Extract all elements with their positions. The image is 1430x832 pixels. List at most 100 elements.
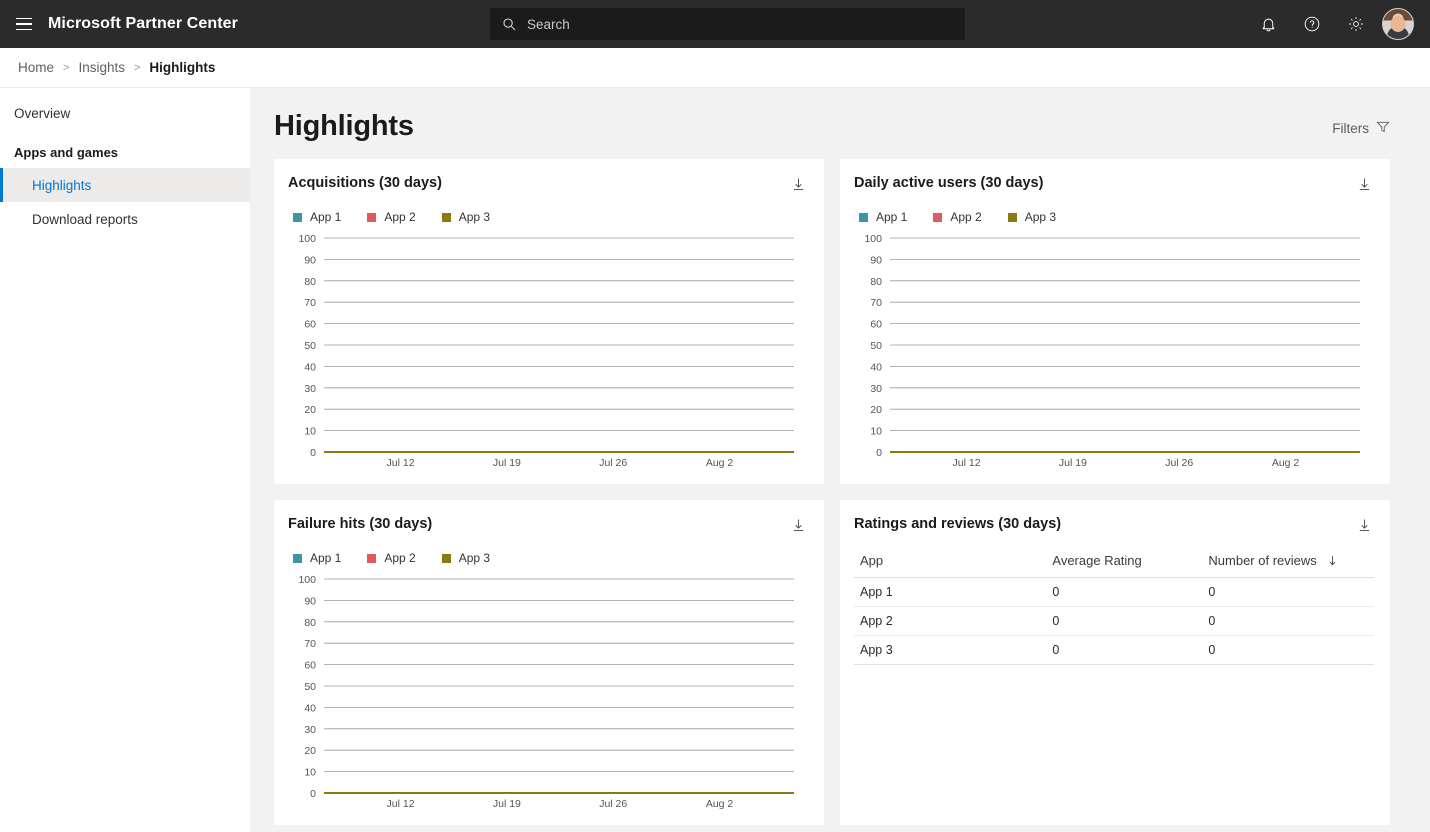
svg-text:20: 20 bbox=[304, 404, 316, 416]
svg-text:60: 60 bbox=[870, 319, 882, 331]
table-row[interactable]: App 3 0 0 bbox=[854, 635, 1374, 665]
legend-item-app3[interactable]: App 3 bbox=[441, 551, 491, 565]
card-header: Acquisitions (30 days) bbox=[288, 175, 808, 194]
chart-legend: App 1 App 2 App 3 bbox=[854, 210, 1374, 224]
bell-icon[interactable] bbox=[1246, 0, 1290, 48]
svg-text:70: 70 bbox=[304, 297, 316, 309]
legend-label: App 1 bbox=[310, 210, 342, 224]
legend-label: App 3 bbox=[458, 551, 491, 565]
svg-text:Aug 2: Aug 2 bbox=[706, 798, 734, 810]
column-header-average-rating[interactable]: Average Rating bbox=[1046, 549, 1203, 578]
breadcrumb: Home > Insights > Highlights bbox=[0, 48, 1430, 88]
help-icon[interactable] bbox=[1290, 0, 1334, 48]
legend-item-app1[interactable]: App 1 bbox=[859, 210, 907, 224]
cell-app: App 2 bbox=[854, 606, 1047, 636]
chart-legend: App 1 App 2 App 3 bbox=[288, 551, 808, 565]
legend-item-app2[interactable]: App 2 bbox=[367, 210, 416, 224]
breadcrumb-current: Highlights bbox=[149, 60, 216, 75]
svg-text:20: 20 bbox=[304, 745, 316, 757]
sidebar-item-label: Download reports bbox=[32, 211, 138, 227]
avatar[interactable] bbox=[1382, 8, 1414, 40]
svg-text:80: 80 bbox=[304, 276, 316, 288]
svg-text:60: 60 bbox=[304, 319, 316, 331]
search-icon bbox=[502, 17, 517, 32]
gear-icon[interactable] bbox=[1334, 0, 1378, 48]
download-icon[interactable] bbox=[789, 516, 808, 535]
table-body: App 1 0 0 App 2 0 0 App 3 0 0 bbox=[854, 577, 1374, 665]
app-brand-title: Microsoft Partner Center bbox=[48, 15, 238, 32]
card-title: Ratings and reviews (30 days) bbox=[854, 516, 1062, 532]
card-header: Daily active users (30 days) bbox=[854, 175, 1374, 194]
card-title: Daily active users (30 days) bbox=[854, 175, 1044, 191]
filters-button[interactable]: Filters bbox=[1332, 120, 1390, 143]
svg-text:50: 50 bbox=[304, 340, 316, 352]
legend-swatch-app1 bbox=[293, 212, 302, 222]
table-row[interactable]: App 1 0 0 bbox=[854, 577, 1374, 607]
legend-label: App 1 bbox=[876, 210, 908, 224]
svg-text:30: 30 bbox=[870, 383, 882, 395]
svg-text:Jul 26: Jul 26 bbox=[599, 457, 627, 469]
chart-legend: App 1 App 2 App 3 bbox=[288, 210, 808, 224]
breadcrumb-home[interactable]: Home bbox=[18, 60, 54, 75]
card-header: Failure hits (30 days) bbox=[288, 516, 808, 535]
cell-number-of-reviews: 0 bbox=[1202, 577, 1374, 607]
sidebar-item-label: Highlights bbox=[32, 177, 92, 193]
svg-text:100: 100 bbox=[298, 233, 316, 245]
breadcrumb-insights[interactable]: Insights bbox=[78, 60, 125, 75]
svg-text:70: 70 bbox=[870, 297, 882, 309]
table-row[interactable]: App 2 0 0 bbox=[854, 606, 1374, 636]
legend-item-app1[interactable]: App 1 bbox=[293, 551, 341, 565]
legend-item-app2[interactable]: App 2 bbox=[367, 551, 416, 565]
cell-app: App 3 bbox=[854, 635, 1047, 665]
line-chart-daily-active-users[interactable]: 0 10 20 30 40 50 60 70 80 90 100 Jul 12 Jul 19 Jul 26… bbox=[854, 230, 1374, 474]
legend-swatch-app1 bbox=[293, 553, 302, 563]
sidebar-item-highlights[interactable]: Highlights bbox=[0, 168, 250, 202]
ratings-reviews-table: App Average Rating Number of reviews App… bbox=[854, 549, 1374, 665]
legend-item-app1[interactable]: App 1 bbox=[293, 210, 341, 224]
legend-swatch-app1 bbox=[859, 212, 868, 222]
legend-item-app3[interactable]: App 3 bbox=[441, 210, 490, 224]
table-header-row: App Average Rating Number of reviews bbox=[854, 549, 1374, 578]
legend-item-app3[interactable]: App 3 bbox=[1007, 210, 1056, 224]
download-icon[interactable] bbox=[789, 175, 808, 194]
filters-label: Filters bbox=[1332, 121, 1369, 136]
svg-text:Jul 19: Jul 19 bbox=[493, 798, 521, 810]
svg-text:50: 50 bbox=[870, 340, 882, 352]
download-icon[interactable] bbox=[1355, 175, 1374, 194]
svg-text:10: 10 bbox=[304, 767, 316, 779]
funnel-icon bbox=[1376, 120, 1390, 137]
line-chart-acquisitions[interactable]: 0 10 20 30 40 50 60 70 80 90 100 Jul 12 Jul 19 Jul 26… bbox=[288, 230, 808, 474]
legend-label: App 2 bbox=[950, 210, 982, 224]
svg-text:100: 100 bbox=[298, 574, 316, 586]
column-header-number-of-reviews[interactable]: Number of reviews bbox=[1202, 549, 1374, 578]
hamburger-icon[interactable] bbox=[0, 0, 48, 48]
search-input[interactable] bbox=[527, 16, 965, 32]
line-chart-failure-hits[interactable]: 0 10 20 30 40 50 60 70 80 90 100 Jul 12 Jul 19 Jul 26… bbox=[288, 571, 808, 815]
legend-item-app2[interactable]: App 2 bbox=[933, 210, 982, 224]
sort-descending-arrow-icon bbox=[1327, 553, 1338, 568]
svg-text:90: 90 bbox=[304, 254, 316, 266]
column-header-app[interactable]: App bbox=[854, 549, 1047, 578]
download-icon[interactable] bbox=[1355, 516, 1374, 535]
sidebar-item-overview[interactable]: Overview bbox=[0, 96, 250, 130]
svg-text:70: 70 bbox=[304, 638, 316, 650]
svg-text:Jul 12: Jul 12 bbox=[387, 457, 415, 469]
top-bar-actions bbox=[1246, 0, 1422, 48]
column-header-label: Number of reviews bbox=[1208, 553, 1317, 568]
svg-text:40: 40 bbox=[304, 702, 316, 714]
svg-text:30: 30 bbox=[304, 724, 316, 736]
svg-text:Jul 26: Jul 26 bbox=[1165, 457, 1193, 469]
cell-number-of-reviews: 0 bbox=[1202, 635, 1374, 665]
card-header: Ratings and reviews (30 days) bbox=[854, 516, 1374, 535]
svg-text:40: 40 bbox=[870, 361, 882, 373]
cell-average-rating: 0 bbox=[1046, 606, 1203, 636]
sidebar-item-download-reports[interactable]: Download reports bbox=[0, 202, 250, 236]
svg-text:10: 10 bbox=[304, 426, 316, 438]
global-search[interactable] bbox=[490, 8, 965, 40]
top-navigation-bar: Microsoft Partner Center bbox=[0, 0, 1430, 48]
svg-text:10: 10 bbox=[870, 426, 882, 438]
svg-text:0: 0 bbox=[310, 447, 316, 459]
legend-swatch-app3 bbox=[441, 553, 451, 563]
svg-text:60: 60 bbox=[304, 660, 316, 672]
sidebar-item-label: Overview bbox=[14, 105, 71, 121]
